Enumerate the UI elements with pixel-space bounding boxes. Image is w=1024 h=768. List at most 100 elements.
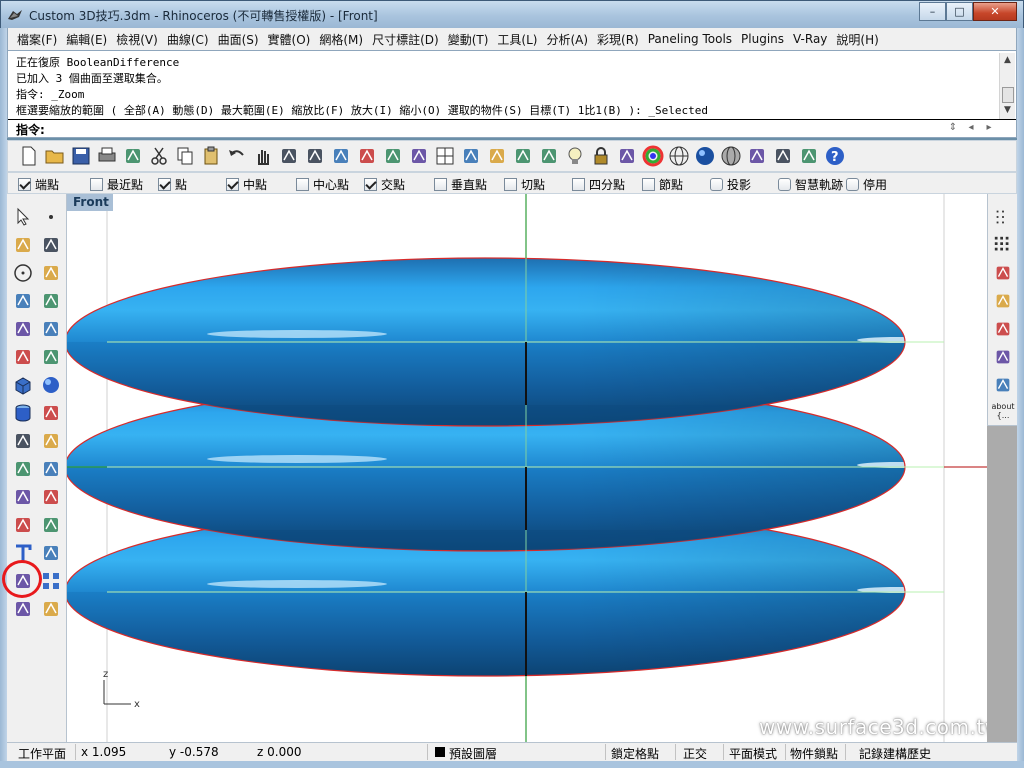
color-wheel-icon[interactable]: [640, 143, 666, 169]
front-viewport[interactable]: z x Front www.surface3d.com.tw: [67, 194, 987, 742]
status-ortho[interactable]: 正交: [683, 745, 707, 762]
osnap-option[interactable]: 切點: [504, 176, 545, 193]
osnap-option[interactable]: 垂直點: [434, 176, 487, 193]
select-arrow-icon[interactable]: [10, 204, 36, 230]
right-arrow-icon[interactable]: ▸: [982, 122, 996, 133]
menu-item[interactable]: 工具(L): [492, 31, 541, 48]
status-osnap[interactable]: 物件鎖點: [790, 745, 838, 762]
menu-item[interactable]: Plugins: [736, 32, 788, 46]
gear-settings-icon[interactable]: [770, 143, 796, 169]
explode-icon[interactable]: [10, 428, 36, 454]
pan-hand-icon[interactable]: [250, 143, 276, 169]
osnap-checkbox[interactable]: [504, 178, 517, 191]
osnap-option[interactable]: 四分點: [572, 176, 625, 193]
menu-item[interactable]: 網格(M): [314, 31, 367, 48]
car-icon[interactable]: [458, 143, 484, 169]
osnap-option[interactable]: 停用: [846, 176, 887, 193]
osnap-checkbox[interactable]: [846, 178, 859, 191]
arc-icon[interactable]: [10, 288, 36, 314]
osnap-option[interactable]: 交點: [364, 176, 405, 193]
osnap-checkbox[interactable]: [158, 178, 171, 191]
menu-item[interactable]: 彩現(R): [592, 31, 643, 48]
osnap-option[interactable]: 智慧軌跡: [778, 176, 843, 193]
rectangle-icon[interactable]: [38, 288, 64, 314]
command-history-scrollbar[interactable]: ▲ ▼: [999, 53, 1015, 119]
split-icon[interactable]: [38, 456, 64, 482]
osnap-option[interactable]: 最近點: [90, 176, 143, 193]
normal-direction-icon[interactable]: [992, 262, 1014, 284]
flag-icon[interactable]: [744, 143, 770, 169]
osnap-checkbox[interactable]: [710, 178, 723, 191]
osnap-target-icon[interactable]: [536, 143, 562, 169]
menu-item[interactable]: Paneling Tools: [643, 32, 736, 46]
import-icon[interactable]: [120, 143, 146, 169]
lock-icon[interactable]: [588, 143, 614, 169]
osnap-checkbox[interactable]: [364, 178, 377, 191]
polygon-icon[interactable]: [10, 316, 36, 342]
wireframe-sphere-icon[interactable]: [666, 143, 692, 169]
new-file-icon[interactable]: [16, 143, 42, 169]
menu-item[interactable]: 曲面(S): [213, 31, 263, 48]
zoom-dynamic-icon[interactable]: [302, 143, 328, 169]
scroll-down-icon[interactable]: ▼: [1002, 105, 1013, 116]
menu-item[interactable]: 分析(A): [541, 31, 592, 48]
named-cplane-icon[interactable]: [510, 143, 536, 169]
left-arrow-icon[interactable]: ◂: [964, 122, 978, 133]
status-planar[interactable]: 平面模式: [729, 745, 777, 762]
osnap-checkbox[interactable]: [18, 178, 31, 191]
cap-icon[interactable]: [10, 596, 36, 622]
viewport-title-tab[interactable]: Front: [67, 194, 113, 211]
osnap-checkbox[interactable]: [434, 178, 447, 191]
boolean-union-icon[interactable]: [10, 484, 36, 510]
box-icon[interactable]: [10, 372, 36, 398]
menu-item[interactable]: 實體(O): [263, 31, 315, 48]
rendered-sphere-icon[interactable]: [692, 143, 718, 169]
osnap-checkbox[interactable]: [90, 178, 103, 191]
osnap-option[interactable]: 端點: [18, 176, 59, 193]
title-bar[interactable]: Custom 3D技巧.3dm - Rhinoceros (不可轉售授權版) -…: [0, 0, 1024, 28]
osnap-option[interactable]: 中心點: [296, 176, 349, 193]
menu-item[interactable]: V-Ray: [788, 32, 831, 46]
command-prompt[interactable]: 指令: ⇕ ◂ ▸: [8, 119, 1016, 137]
loft-icon[interactable]: [38, 400, 64, 426]
sphere-icon[interactable]: [38, 372, 64, 398]
paste-icon[interactable]: [198, 143, 224, 169]
shaded-sphere-icon[interactable]: [718, 143, 744, 169]
zoom-window-icon[interactable]: [328, 143, 354, 169]
minimize-button[interactable]: –: [919, 2, 946, 21]
four-views-icon[interactable]: [432, 143, 458, 169]
osnap-checkbox[interactable]: [778, 178, 791, 191]
menu-item[interactable]: 說明(H): [831, 31, 882, 48]
curve-icon[interactable]: [38, 232, 64, 258]
fillet-icon[interactable]: [38, 316, 64, 342]
layers-icon[interactable]: [614, 143, 640, 169]
cylinder-icon[interactable]: [10, 400, 36, 426]
rotate-view-icon[interactable]: [276, 143, 302, 169]
close-button[interactable]: ✕: [973, 2, 1017, 21]
trim-icon[interactable]: [38, 428, 64, 454]
rhino-app-icon[interactable]: [7, 7, 23, 23]
menu-item[interactable]: 尺寸標註(D): [367, 31, 443, 48]
cut-icon[interactable]: [146, 143, 172, 169]
status-history[interactable]: 記錄建構歷史: [859, 745, 931, 762]
osnap-option[interactable]: 中點: [226, 176, 267, 193]
menu-item[interactable]: 曲線(C): [162, 31, 213, 48]
help-icon[interactable]: ?: [822, 143, 848, 169]
osnap-checkbox[interactable]: [226, 178, 239, 191]
scroll-up-icon[interactable]: ▲: [1002, 55, 1013, 66]
transform-icon[interactable]: [992, 374, 1014, 396]
osnap-option[interactable]: 點: [158, 176, 187, 193]
menu-item[interactable]: 編輯(E): [61, 31, 111, 48]
control-grid-icon[interactable]: [992, 234, 1014, 256]
analyze-icon[interactable]: [992, 290, 1014, 312]
osnap-checkbox[interactable]: [642, 178, 655, 191]
offset-icon[interactable]: [10, 512, 36, 538]
print-icon[interactable]: [94, 143, 120, 169]
grid-shade-icon[interactable]: [484, 143, 510, 169]
mesh-grid-icon[interactable]: [992, 346, 1014, 368]
undo-view-icon[interactable]: [406, 143, 432, 169]
status-grid-snap[interactable]: 鎖定格點: [611, 745, 659, 762]
extrude-icon[interactable]: [10, 456, 36, 482]
maximize-button[interactable]: □: [946, 2, 973, 21]
open-file-icon[interactable]: [42, 143, 68, 169]
